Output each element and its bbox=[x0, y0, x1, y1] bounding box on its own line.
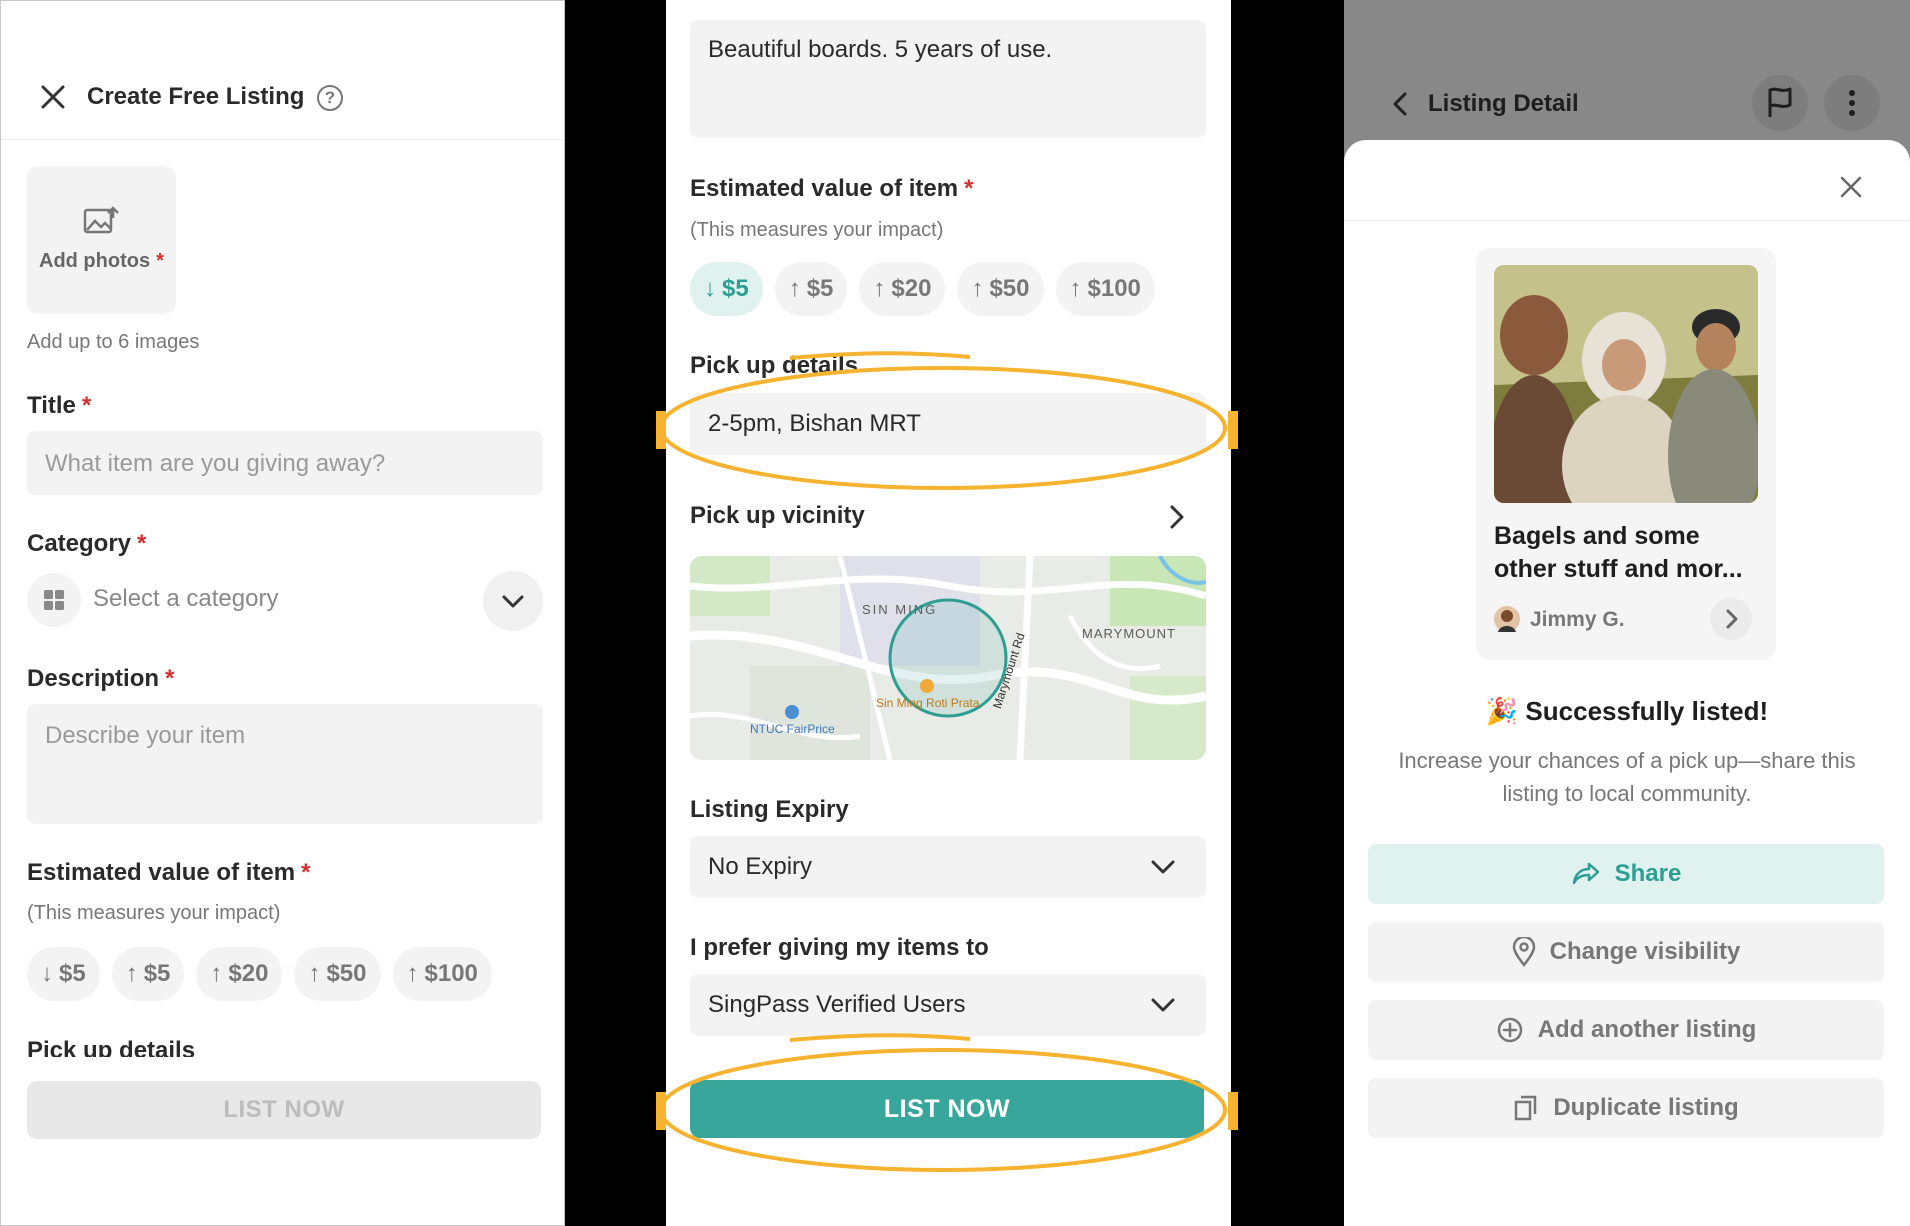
plus-circle-icon bbox=[1497, 1017, 1522, 1043]
owner-avatar bbox=[1494, 606, 1520, 632]
image-add-icon bbox=[83, 206, 119, 234]
value-chip-up-100[interactable]: ↑ $100 bbox=[1055, 262, 1155, 316]
value-chip-up-50[interactable]: ↑ $50 bbox=[294, 947, 381, 1001]
more-button[interactable] bbox=[1824, 75, 1880, 131]
value-chip-down-5-selected[interactable]: ↓ $5 bbox=[690, 262, 763, 316]
description-input[interactable]: Beautiful boards. 5 years of use. bbox=[690, 20, 1206, 138]
create-listing-screen-empty: Create Free Listing ? Add photos * Add up… bbox=[0, 0, 565, 1226]
value-hint: (This measures your impact) bbox=[27, 902, 281, 924]
add-another-listing-button[interactable]: Add another listing bbox=[1368, 1000, 1884, 1060]
page-title: Create Free Listing bbox=[87, 83, 305, 110]
value-chip-up-20[interactable]: ↑ $20 bbox=[859, 262, 946, 316]
category-select[interactable]: Select a category bbox=[93, 585, 278, 613]
pickup-details-label-cut: Pick up details bbox=[27, 1037, 196, 1057]
close-icon[interactable] bbox=[37, 81, 69, 113]
location-pin-icon bbox=[1512, 937, 1535, 967]
description-label: Description * bbox=[27, 665, 175, 692]
value-hint: (This measures your impact) bbox=[690, 219, 944, 241]
list-now-button[interactable]: LIST NOW bbox=[690, 1080, 1204, 1138]
category-dropdown-button[interactable] bbox=[483, 571, 543, 631]
success-title: 🎉 Successfully listed! bbox=[1485, 696, 1769, 726]
map-label-poi2: NTUC FairPrice bbox=[750, 722, 835, 736]
header-divider bbox=[1, 139, 564, 140]
flag-icon bbox=[1768, 87, 1792, 117]
help-icon[interactable]: ? bbox=[317, 85, 343, 111]
photos-hint: Add up to 6 images bbox=[27, 331, 200, 353]
duplicate-listing-button[interactable]: Duplicate listing bbox=[1368, 1078, 1884, 1138]
value-chip-up-5[interactable]: ↑ $5 bbox=[774, 262, 848, 316]
value-chips: ↓ $5 ↑ $5 ↑ $20 ↑ $50 ↑ $100 bbox=[27, 947, 492, 1001]
add-photos-label: Add photos * bbox=[39, 250, 164, 272]
chevron-down-icon bbox=[1151, 998, 1175, 1012]
success-bottom-sheet: Bagels and some other stuff and mor... J… bbox=[1344, 140, 1910, 1226]
page-title: Listing Detail bbox=[1428, 90, 1579, 117]
create-listing-screen-filled: Beautiful boards. 5 years of use. Estima… bbox=[666, 0, 1231, 1226]
value-chip-up-5[interactable]: ↑ $5 bbox=[111, 947, 185, 1001]
owner-profile-button[interactable] bbox=[1710, 598, 1752, 640]
change-visibility-button[interactable]: Change visibility bbox=[1368, 922, 1884, 982]
preference-label: I prefer giving my items to bbox=[690, 934, 989, 961]
pickup-details-label: Pick up details bbox=[690, 352, 859, 379]
chevron-down-icon bbox=[1151, 860, 1175, 874]
chevron-right-icon[interactable] bbox=[1166, 504, 1188, 530]
expiry-select[interactable]: No Expiry bbox=[690, 836, 1206, 898]
map-label-poi1: Sin Ming Roti Prata bbox=[876, 696, 980, 710]
list-now-button-disabled[interactable]: LIST NOW bbox=[27, 1081, 541, 1139]
category-grid-icon bbox=[27, 573, 81, 627]
map-label-area1: SIN MING bbox=[862, 602, 938, 617]
chevron-down-icon bbox=[502, 595, 524, 608]
chevron-right-icon bbox=[1726, 609, 1738, 629]
party-icon: 🎉 bbox=[1485, 696, 1519, 726]
listing-detail-screen: Listing Detail Bagels and some other stu… bbox=[1344, 0, 1910, 1226]
share-icon bbox=[1572, 862, 1599, 885]
value-chip-up-100[interactable]: ↑ $100 bbox=[392, 947, 492, 1001]
value-label: Estimated value of item * bbox=[690, 175, 974, 202]
value-label: Estimated value of item * bbox=[27, 859, 311, 886]
listing-photo bbox=[1494, 265, 1758, 503]
listing-card[interactable]: Bagels and some other stuff and mor... J… bbox=[1476, 248, 1776, 660]
back-icon[interactable] bbox=[1390, 90, 1412, 118]
add-photos-button[interactable]: Add photos * bbox=[27, 166, 176, 314]
title-label: Title * bbox=[27, 392, 92, 419]
report-button[interactable] bbox=[1752, 75, 1808, 131]
pickup-map[interactable]: SIN MING MARYMOUNT Sin Ming Roti Prata N… bbox=[690, 556, 1206, 760]
share-button[interactable]: Share bbox=[1368, 844, 1884, 904]
value-chip-up-20[interactable]: ↑ $20 bbox=[196, 947, 283, 1001]
value-chips: ↓ $5 ↑ $5 ↑ $20 ↑ $50 ↑ $100 bbox=[690, 262, 1155, 316]
preference-select[interactable]: SingPass Verified Users bbox=[690, 974, 1206, 1036]
map-label-area2: MARYMOUNT bbox=[1082, 626, 1176, 641]
close-icon[interactable] bbox=[1838, 174, 1864, 200]
description-input[interactable]: Describe your item bbox=[27, 704, 543, 824]
owner-name: Jimmy G. bbox=[1530, 608, 1625, 631]
more-vertical-icon bbox=[1849, 90, 1855, 116]
category-label: Category * bbox=[27, 530, 147, 557]
copy-icon bbox=[1515, 1095, 1537, 1121]
sheet-divider bbox=[1344, 220, 1910, 221]
pickup-vicinity-label: Pick up vicinity bbox=[690, 502, 865, 529]
expiry-label: Listing Expiry bbox=[690, 796, 849, 823]
value-chip-up-50[interactable]: ↑ $50 bbox=[957, 262, 1044, 316]
success-body: Increase your chances of a pick up—share… bbox=[1398, 748, 1856, 806]
value-chip-down-5[interactable]: ↓ $5 bbox=[27, 947, 100, 1001]
pickup-details-input[interactable]: 2-5pm, Bishan MRT bbox=[690, 393, 1206, 455]
title-input[interactable]: What item are you giving away? bbox=[27, 431, 543, 495]
listing-title: Bagels and some other stuff and mor... bbox=[1494, 522, 1743, 583]
